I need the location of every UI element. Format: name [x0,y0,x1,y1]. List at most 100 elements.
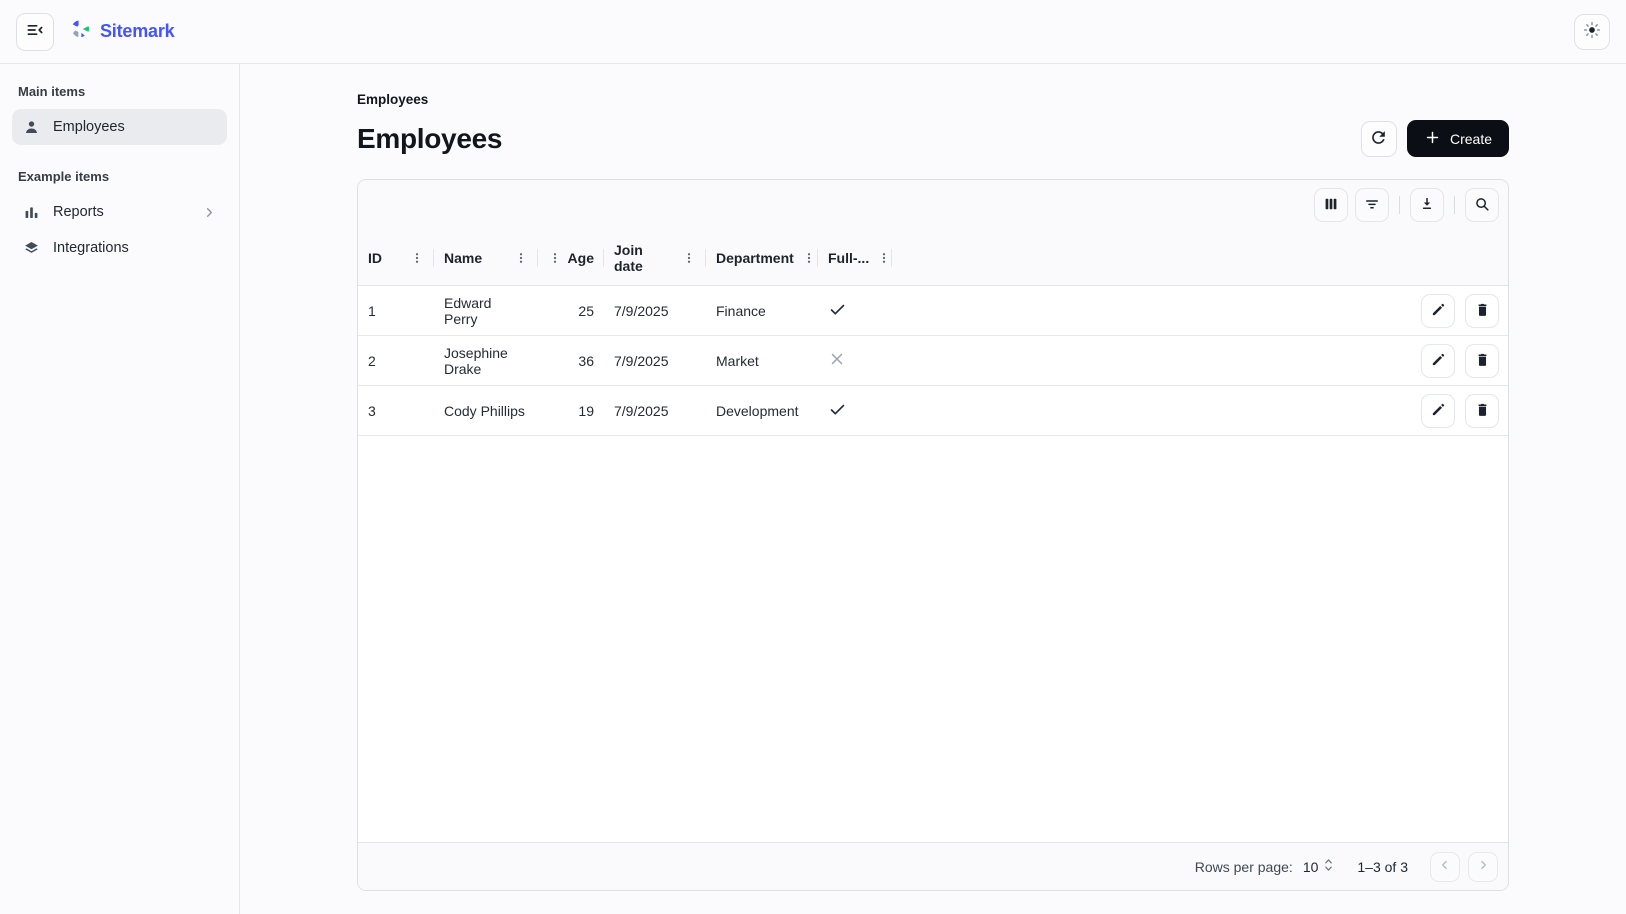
cell-join-date: 7/9/2025 [604,386,706,435]
grid-header-row: ID Name [358,230,1508,286]
cell-full-time [818,386,892,435]
sidebar-section-example-items: Example items [12,163,227,194]
chevron-left-icon [1438,858,1452,875]
cell-name: Edward Perry [434,286,538,335]
trash-icon [1474,351,1491,371]
edit-button[interactable] [1421,294,1455,328]
column-header-full-time[interactable]: Full-... [818,230,892,285]
app-bar: Sitemark [0,0,1626,64]
rows-per-page-label: Rows per page: [1195,859,1293,875]
page-title: Employees [357,123,502,155]
sidebar-item-reports[interactable]: Reports [12,194,227,230]
person-icon [22,118,41,137]
chevron-right-icon [1476,858,1490,875]
column-label: ID [368,250,382,266]
cell-age: 36 [538,336,604,385]
download-icon [1418,195,1436,216]
grid-footer: Rows per page: 10 1–3 of 3 [358,842,1508,890]
cell-actions [892,336,1508,385]
edit-button[interactable] [1421,344,1455,378]
trash-icon [1474,301,1491,321]
column-menu-icon[interactable] [514,251,528,265]
sidebar: Main items Employees Example items [0,64,240,914]
previous-page-button[interactable] [1430,852,1460,882]
sidebar-item-label: Reports [53,204,104,220]
cell-name: Josephine Drake [434,336,538,385]
column-label: Join date [614,242,674,274]
cell-age: 25 [538,286,604,335]
table-row[interactable]: 1 Edward Perry 25 7/9/2025 Finance [358,286,1508,336]
cell-join-date: 7/9/2025 [604,336,706,385]
cell-id: 2 [358,336,434,385]
column-menu-icon[interactable] [410,251,424,265]
toolbar-divider [1454,196,1455,214]
close-icon [828,350,846,371]
brand[interactable]: Sitemark [68,18,174,45]
sitemark-logo-icon [68,18,92,45]
column-header-name[interactable]: Name [434,230,538,285]
columns-button[interactable] [1314,188,1348,222]
column-label: Full-... [828,250,869,266]
breadcrumb[interactable]: Employees [357,92,1509,107]
cell-full-time [818,336,892,385]
column-menu-icon[interactable] [682,251,696,265]
menu-open-icon [25,20,45,43]
refresh-button[interactable] [1361,121,1397,157]
column-header-join-date[interactable]: Join date [604,230,706,285]
column-menu-icon[interactable] [802,251,816,265]
main-content: Employees Employees [240,64,1626,914]
bar-chart-icon [22,203,41,222]
column-label: Name [444,250,482,266]
column-header-age[interactable]: Age [538,230,604,285]
rows-per-page-value: 10 [1303,859,1319,875]
next-page-button[interactable] [1468,852,1498,882]
pencil-icon [1430,301,1447,321]
cell-actions [892,386,1508,435]
rows-per-page-select[interactable]: 10 [1303,857,1336,876]
sidebar-section-main-items: Main items [12,78,227,109]
column-header-department[interactable]: Department [706,230,818,285]
collapse-sidebar-button[interactable] [16,13,54,51]
search-button[interactable] [1465,188,1499,222]
spinner-up-down-icon [1322,857,1335,876]
layers-icon [22,239,41,258]
sidebar-item-integrations[interactable]: Integrations [12,230,227,266]
grid-empty-area [358,436,1508,842]
cell-actions [892,286,1508,335]
cell-age: 19 [538,386,604,435]
cell-department: Market [706,336,818,385]
column-header-id[interactable]: ID [358,230,434,285]
check-icon [828,400,847,422]
cell-id: 1 [358,286,434,335]
column-menu-icon[interactable] [548,251,562,265]
check-icon [828,300,847,322]
trash-icon [1474,401,1491,421]
refresh-icon [1369,128,1388,150]
cell-id: 3 [358,386,434,435]
column-header-actions [892,230,1508,285]
sun-icon [1582,20,1602,43]
delete-button[interactable] [1465,394,1499,428]
cell-department: Finance [706,286,818,335]
theme-toggle-button[interactable] [1574,14,1610,50]
delete-button[interactable] [1465,294,1499,328]
plus-icon [1424,129,1441,149]
create-button[interactable]: Create [1407,120,1509,157]
toolbar-divider [1399,196,1400,214]
pencil-icon [1430,401,1447,421]
export-button[interactable] [1410,188,1444,222]
create-button-label: Create [1450,131,1492,147]
sidebar-item-employees[interactable]: Employees [12,109,227,145]
filter-icon [1363,195,1381,216]
sidebar-item-label: Employees [53,119,125,135]
data-grid: ID Name [357,179,1509,891]
delete-button[interactable] [1465,344,1499,378]
column-menu-icon[interactable] [877,251,891,265]
cell-department: Development [706,386,818,435]
filter-button[interactable] [1355,188,1389,222]
edit-button[interactable] [1421,394,1455,428]
table-row[interactable]: 3 Cody Phillips 19 7/9/2025 Development [358,386,1508,436]
cell-name: Cody Phillips [434,386,538,435]
column-label: Age [568,250,594,266]
table-row[interactable]: 2 Josephine Drake 36 7/9/2025 Market [358,336,1508,386]
